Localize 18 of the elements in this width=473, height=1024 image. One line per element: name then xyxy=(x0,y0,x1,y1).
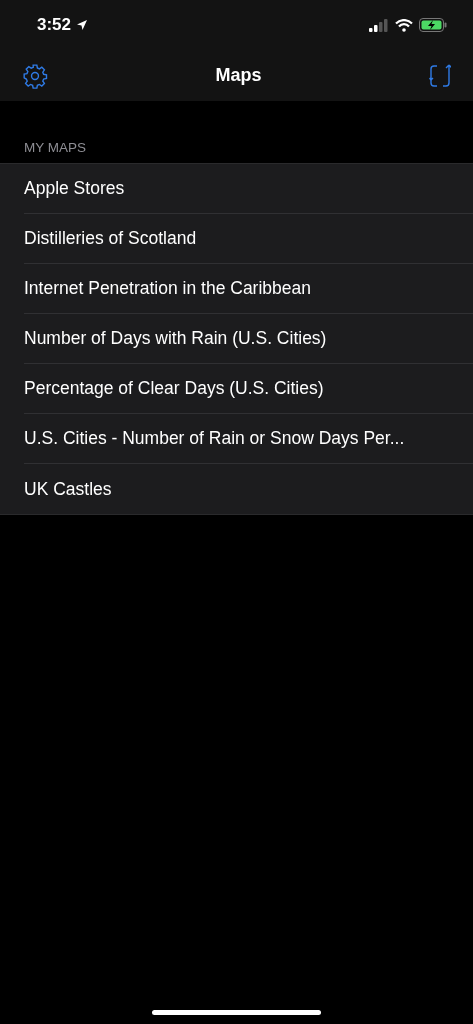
wifi-icon xyxy=(395,18,413,32)
sync-button[interactable] xyxy=(429,62,451,89)
location-arrow-icon xyxy=(76,19,89,31)
map-list-item[interactable]: U.S. Cities - Number of Rain or Snow Days Per... xyxy=(24,428,405,449)
settings-button[interactable] xyxy=(22,62,48,89)
map-list-item[interactable]: UK Castles xyxy=(24,478,112,500)
section-header: MY MAPS xyxy=(24,140,87,155)
map-list-item[interactable]: Apple Stores xyxy=(24,178,125,199)
nav-title: Maps xyxy=(215,65,262,86)
map-list-item[interactable]: Internet Penetration in the Caribbean xyxy=(24,278,311,299)
signal-icon xyxy=(369,18,389,32)
map-list-item[interactable]: Number of Days with Rain (U.S. Cities) xyxy=(24,328,327,349)
swap-arrows-icon xyxy=(429,62,451,89)
battery-icon xyxy=(419,18,447,32)
map-list-item[interactable]: Percentage of Clear Days (U.S. Cities) xyxy=(24,378,324,399)
status-time: 3:52 xyxy=(37,15,72,35)
settings-icon xyxy=(22,62,48,89)
map-list-item[interactable]: Distilleries of Scotland xyxy=(24,228,197,249)
